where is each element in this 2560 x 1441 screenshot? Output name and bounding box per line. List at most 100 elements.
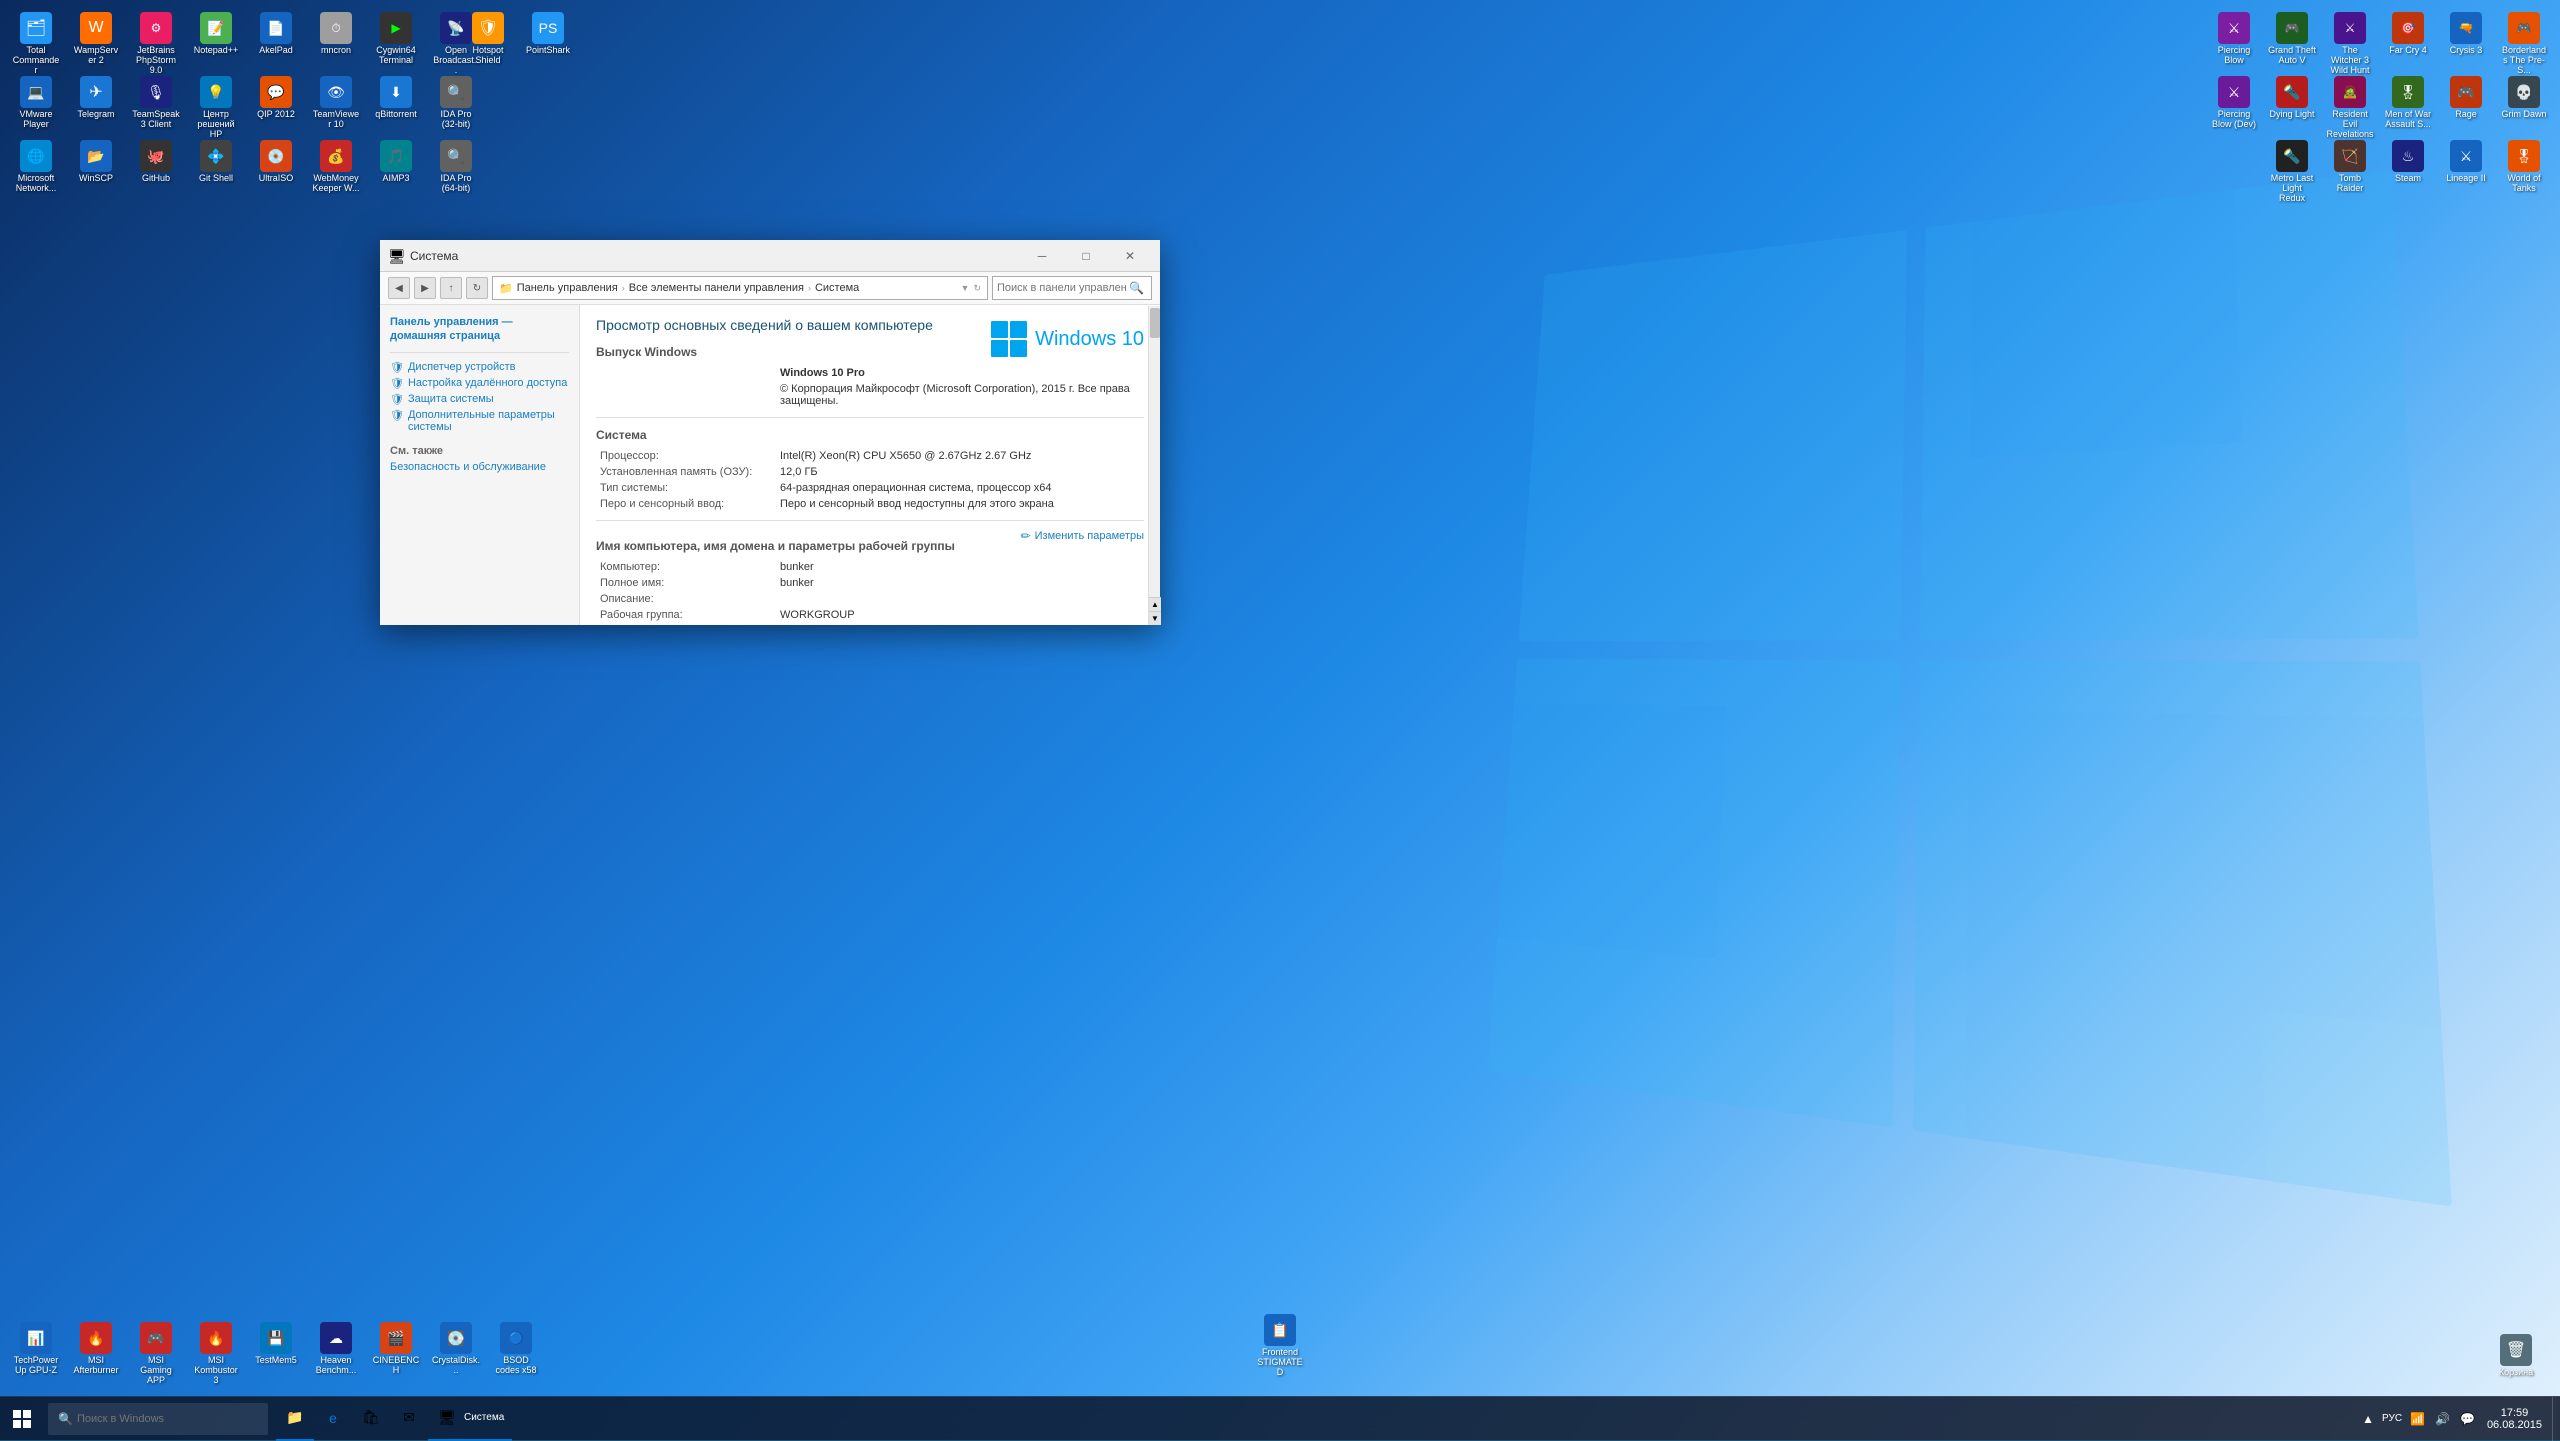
network-icon[interactable]: 📶 <box>2408 1410 2427 1428</box>
icon-notepadpp[interactable]: 📝 Notepad++ <box>188 8 244 80</box>
dropdown-icon[interactable]: ▼ <box>961 283 970 293</box>
icon-teamspeak[interactable]: 🎙 TeamSpeak 3 Client <box>128 72 184 144</box>
win-tile-2 <box>1010 321 1027 338</box>
desktop-icons-row3-right: 🔦 Metro Last Light Redux 🏹 Tomb Raider ♨… <box>2264 136 2552 208</box>
icon-testmem5[interactable]: 💾 TestMem5 <box>248 1318 304 1390</box>
scroll-up-button[interactable]: ▲ <box>1149 597 1161 611</box>
icon-cygwin[interactable]: ▶ Cygwin64 Terminal <box>368 8 424 80</box>
icon-msi-gaming[interactable]: 🎮 MSI Gaming APP <box>128 1318 184 1390</box>
icon-world-of-tanks[interactable]: 🎖 World of Tanks <box>2496 136 2552 208</box>
icon-ultraiso[interactable]: 💿 UltraISO <box>248 136 304 198</box>
icon-centr-hp[interactable]: 💡 Центр решений HP <box>188 72 244 144</box>
refresh-addr-icon[interactable]: ↻ <box>973 283 981 294</box>
change-params-link[interactable]: Изменить параметры <box>1035 530 1144 542</box>
icon-cinebench[interactable]: 🎬 CINEBENCH <box>368 1318 424 1390</box>
breadcrumb-system[interactable]: Система <box>815 282 859 294</box>
close-button[interactable]: ✕ <box>1108 240 1152 272</box>
icon-ida64[interactable]: 🔍 IDA Pro (64-bit) <box>428 136 484 198</box>
up-arrow-icon[interactable]: ▲ <box>2360 1410 2376 1428</box>
back-button[interactable]: ◀ <box>388 277 410 299</box>
minimize-button[interactable]: ─ <box>1020 240 1064 272</box>
icon-techpowerup[interactable]: 📊 TechPowerUp GPU-Z <box>8 1318 64 1390</box>
icon-git-shell[interactable]: 💠 Git Shell <box>188 136 244 198</box>
shield-icon-4: 🛡 <box>390 409 404 422</box>
language-indicator[interactable]: РУС <box>2382 1413 2402 1424</box>
icon-qbittorrent[interactable]: ⬇ qBittorrent <box>368 72 424 144</box>
icon-wampserver[interactable]: W WampServer 2 <box>68 8 124 80</box>
icon-github[interactable]: 🐙 GitHub <box>128 136 184 198</box>
icon-piercing-blow-dev[interactable]: ⚔ Piercing Blow (Dev) <box>2206 72 2262 154</box>
taskbar-search-input[interactable] <box>77 1413 237 1425</box>
up-button[interactable]: ↑ <box>440 277 462 299</box>
icon-telegram[interactable]: ✈ Telegram <box>68 72 124 144</box>
breadcrumb-cp[interactable]: Панель управления <box>517 282 618 294</box>
sidebar-device-manager[interactable]: 🛡 Диспетчер устройств <box>390 361 569 374</box>
maximize-button[interactable]: □ <box>1064 240 1108 272</box>
show-desktop-button[interactable] <box>2552 1397 2560 1441</box>
taskbar-clock[interactable]: 17:59 06.08.2015 <box>2477 1407 2552 1431</box>
icon-winscp[interactable]: 📂 WinSCP <box>68 136 124 198</box>
taskbar-edge[interactable]: e <box>314 1397 352 1441</box>
sidebar-security-link[interactable]: Безопасность и обслуживание <box>390 461 569 473</box>
breadcrumb-all[interactable]: Все элементы панели управления <box>629 282 804 294</box>
volume-icon[interactable]: 🔊 <box>2433 1410 2452 1428</box>
sidebar-advanced-params[interactable]: 🛡 Дополнительные параметры системы <box>390 409 569 433</box>
taskbar-system-label: Система <box>464 1412 504 1423</box>
search-icon[interactable]: 🔍 <box>1129 281 1144 295</box>
search-box: 🔍 <box>992 276 1152 300</box>
scroll-thumb[interactable] <box>1150 308 1160 338</box>
icon-vmware[interactable]: 💻 VMware Player <box>8 72 64 144</box>
icon-msi-afterburner[interactable]: 🔥 MSI Afterburner <box>68 1318 124 1390</box>
icon-crysis3[interactable]: 🔫 Crysis 3 <box>2438 8 2494 80</box>
icon-pointshark[interactable]: PS PointShark <box>520 8 576 70</box>
forward-button[interactable]: ▶ <box>414 277 436 299</box>
icon-tomb-raider[interactable]: 🏹 Tomb Raider <box>2322 136 2378 208</box>
icon-total-commander[interactable]: 🗂 Total Commander <box>8 8 64 80</box>
icon-ida32[interactable]: 🔍 IDA Pro (32-bit) <box>428 72 484 144</box>
windows10-badge: Windows 10 <box>991 321 1144 357</box>
ram-label: Установленная память (ОЗУ): <box>596 464 776 480</box>
icon-crystaldisk[interactable]: 💽 CrystalDisk... <box>428 1318 484 1390</box>
icon-bsod-codes[interactable]: 🔵 BSOD codes x58 <box>488 1318 544 1390</box>
icon-borderlands[interactable]: 🎮 Borderlands The Pre-S... <box>2496 8 2552 80</box>
icon-recycle-bin[interactable]: 🗑 Корзина <box>2488 1330 2544 1382</box>
computer-name-header: Имя компьютера, имя домена и параметры р… <box>596 539 1011 553</box>
icon-webmoney[interactable]: 💰 WebMoney Keeper W... <box>308 136 364 198</box>
icon-aimp3[interactable]: 🎵 AIMP3 <box>368 136 424 198</box>
taskbar-mail[interactable]: ✉ <box>390 1397 428 1441</box>
icon-witcher[interactable]: ⚔ The Witcher 3 Wild Hunt <box>2322 8 2378 80</box>
scroll-down-button[interactable]: ▼ <box>1149 611 1161 625</box>
icon-msi-kombustor[interactable]: 🔥 MSI Kombustor 3 <box>188 1318 244 1390</box>
shield-icon-3: 🛡 <box>390 393 404 406</box>
refresh-button[interactable]: ↻ <box>466 277 488 299</box>
sidebar-remote-access[interactable]: 🛡 Настройка удалённого доступа <box>390 377 569 390</box>
icon-piercing-blow[interactable]: ⚔ Piercing Blow <box>2206 8 2262 80</box>
icon-lineage2[interactable]: ⚔ Lineage II <box>2438 136 2494 208</box>
system-type-value: 64-разрядная операционная система, проце… <box>776 480 1144 496</box>
icon-frontend-stigmated[interactable]: 📋 Frontend STIGMATED <box>1252 1310 1308 1382</box>
icon-teamviewer[interactable]: 👁 TeamViewer 10 <box>308 72 364 144</box>
icon-farcry4[interactable]: 🎯 Far Cry 4 <box>2380 8 2436 80</box>
win-tile-3 <box>991 340 1008 357</box>
desktop-icons-bottom: 📊 TechPowerUp GPU-Z 🔥 MSI Afterburner 🎮 … <box>8 1318 544 1390</box>
icon-metro[interactable]: 🔦 Metro Last Light Redux <box>2264 136 2320 208</box>
start-button[interactable] <box>0 1397 44 1441</box>
icon-jetbrains[interactable]: ⚙ JetBrains PhpStorm 9.0 <box>128 8 184 80</box>
search-input[interactable] <box>997 282 1127 294</box>
icon-mncron[interactable]: ⏱ mncron <box>308 8 364 80</box>
icon-qip[interactable]: 💬 QIP 2012 <box>248 72 304 144</box>
sidebar-system-protection[interactable]: 🛡 Защита системы <box>390 393 569 406</box>
icon-ms-network[interactable]: 🌐 Microsoft Network... <box>8 136 64 198</box>
taskbar-search-box[interactable]: 🔍 <box>48 1403 268 1435</box>
icon-akelpad[interactable]: 📄 AkelPad <box>248 8 304 80</box>
icon-gta[interactable]: 🎮 Grand Theft Auto V <box>2264 8 2320 80</box>
taskbar-store[interactable]: 🛍 <box>352 1397 390 1441</box>
icon-heaven[interactable]: ☁ Heaven Benchm... <box>308 1318 364 1390</box>
notification-icon[interactable]: 💬 <box>2458 1410 2477 1428</box>
pen-row: Перо и сенсорный ввод: Перо и сенсорный … <box>596 496 1144 512</box>
scrollbar[interactable]: ▲ ▼ <box>1148 306 1160 625</box>
taskbar-file-explorer[interactable]: 📁 <box>276 1397 314 1441</box>
icon-hotspot-shield[interactable]: 🛡 Hotspot Shield <box>460 8 516 70</box>
taskbar-control-panel-app[interactable]: 🖥 Система <box>428 1397 512 1441</box>
icon-steam[interactable]: ♨ Steam <box>2380 136 2436 208</box>
